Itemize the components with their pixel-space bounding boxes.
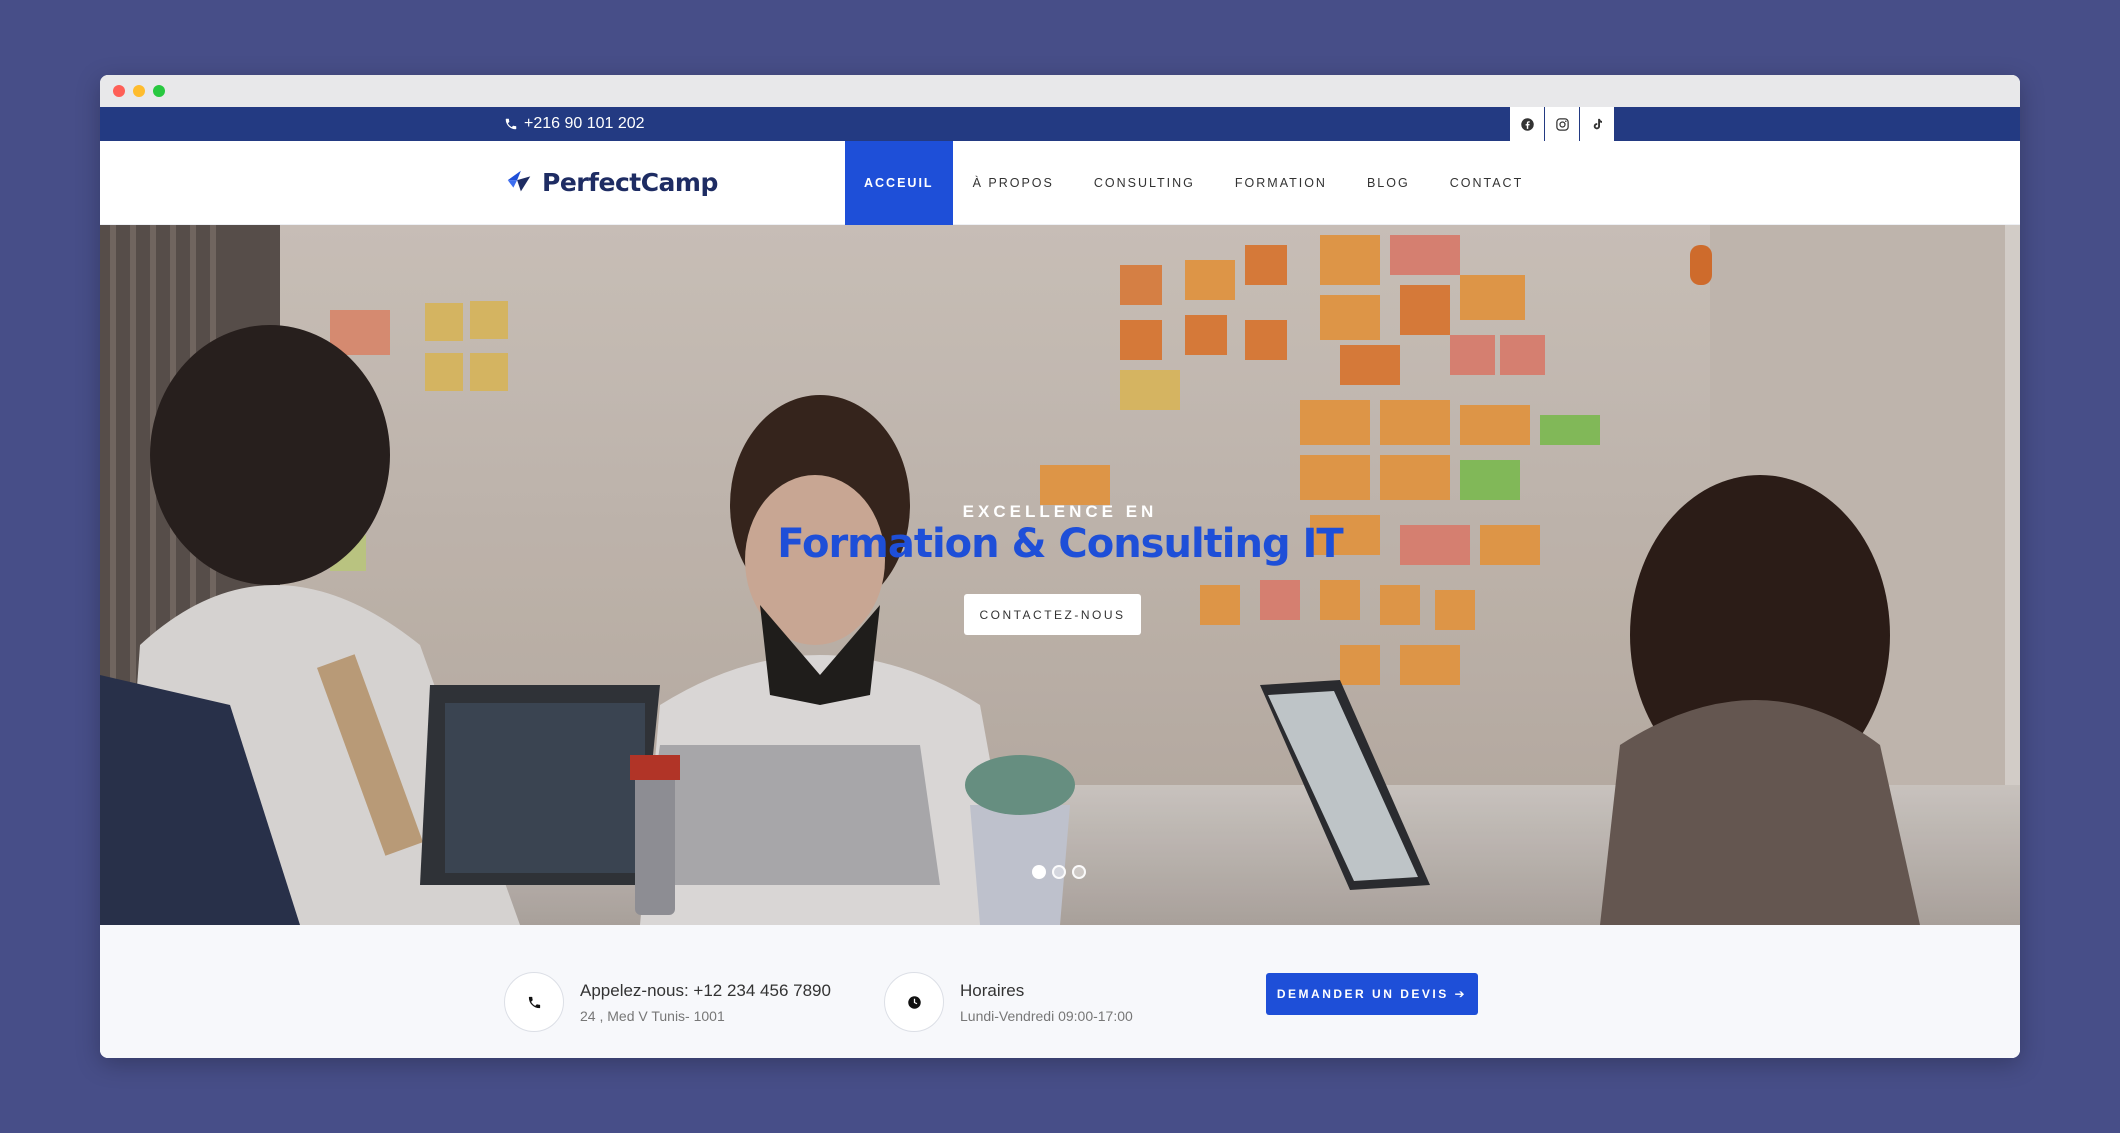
main-menu: ACCEUIL À PROPOS CONSULTING FORMATION BL…: [845, 141, 1543, 225]
hero-kicker: EXCELLENCE EN: [962, 502, 1158, 521]
logo-icon: [507, 170, 531, 192]
nav-item-a-propos[interactable]: À PROPOS: [953, 141, 1074, 225]
site-logo[interactable]: PerfectCamp: [504, 167, 718, 197]
window-titlebar: [100, 75, 2020, 107]
nav-item-acceuil[interactable]: ACCEUIL: [845, 141, 953, 225]
social-links: [1510, 107, 1615, 141]
facebook-icon[interactable]: [1510, 107, 1545, 141]
nav-item-blog[interactable]: BLOG: [1347, 141, 1430, 225]
nav-item-consulting[interactable]: CONSULTING: [1074, 141, 1215, 225]
contact-us-button[interactable]: CONTACTEZ-NOUS: [964, 594, 1141, 635]
call-info: Appelez-nous: +12 234 456 7890 24 , Med …: [504, 972, 831, 1032]
slider-pagination: [1032, 865, 1086, 879]
maximize-window-button[interactable]: [153, 85, 165, 97]
slider-dot-1[interactable]: [1032, 865, 1046, 879]
topbar-phone-number: +216 90 101 202: [524, 115, 645, 132]
hero-slider: EXCELLENCE EN Formation & Consulting IT …: [100, 225, 2020, 925]
tiktok-icon[interactable]: [1580, 107, 1615, 141]
clock-circle: [884, 972, 944, 1032]
nav-item-formation[interactable]: FORMATION: [1215, 141, 1347, 225]
hours-title: Horaires: [960, 980, 1025, 1000]
phone-circle: [504, 972, 564, 1032]
address-text: 24 , Med V Tunis- 1001: [580, 1007, 725, 1024]
slider-dot-3[interactable]: [1072, 865, 1086, 879]
clock-icon: [907, 995, 921, 1009]
topbar-phone[interactable]: +216 90 101 202: [504, 115, 645, 133]
slider-dot-2[interactable]: [1052, 865, 1066, 879]
close-window-button[interactable]: [113, 85, 125, 97]
nav-item-contact[interactable]: CONTACT: [1430, 141, 1544, 225]
hours-text: Lundi-Vendredi 09:00-17:00: [960, 1007, 1133, 1024]
call-title: Appelez-nous: +12 234 456 7890: [580, 980, 831, 1000]
main-navbar: PerfectCamp ACCEUIL À PROPOS CONSULTING …: [100, 141, 2020, 225]
info-bar: Appelez-nous: +12 234 456 7890 24 , Med …: [100, 925, 2020, 1058]
phone-icon: [528, 996, 540, 1008]
top-contact-bar: +216 90 101 202: [100, 107, 2020, 141]
hero-content: EXCELLENCE EN Formation & Consulting IT …: [100, 225, 2020, 925]
hours-info: Horaires Lundi-Vendredi 09:00-17:00: [884, 972, 1133, 1032]
phone-icon: [505, 118, 517, 130]
minimize-window-button[interactable]: [133, 85, 145, 97]
hero-headline: Formation & Consulting IT: [777, 521, 1343, 567]
instagram-icon[interactable]: [1545, 107, 1580, 141]
browser-window: +216 90 101 202 PerfectCamp ACCEUIL À PR…: [100, 75, 2020, 1058]
request-quote-button[interactable]: DEMANDER UN DEVIS ➔: [1266, 973, 1478, 1015]
logo-text: PerfectCamp: [542, 167, 718, 197]
